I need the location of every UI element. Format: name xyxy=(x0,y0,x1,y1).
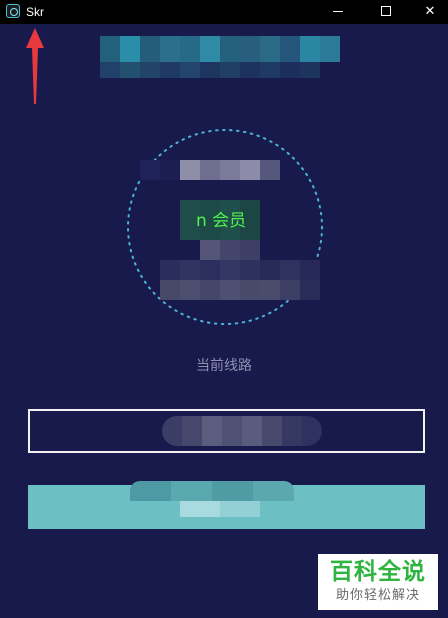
minimize-button[interactable] xyxy=(316,0,360,24)
blurred-user-info xyxy=(140,160,280,180)
watermark-subtitle: 助你轻松解决 xyxy=(335,588,420,603)
blurred-route-name xyxy=(162,416,322,446)
close-icon: ✕ xyxy=(424,4,436,19)
title-bar: Skr ✕ xyxy=(0,0,448,24)
app-logo-icon xyxy=(6,4,20,18)
blurred-account-subheader xyxy=(100,62,320,78)
route-selector[interactable] xyxy=(28,409,425,453)
blurred-expiry-info xyxy=(200,240,260,260)
watermark-logo: 百科全说 助你轻松解决 xyxy=(318,554,438,610)
maximize-button[interactable] xyxy=(364,0,408,24)
membership-status: n 会员 xyxy=(196,211,247,231)
window-title: Skr xyxy=(26,5,44,19)
red-arrow-annotation xyxy=(26,28,44,104)
connect-button[interactable] xyxy=(28,481,425,529)
watermark-title: 百科全说 xyxy=(330,559,426,585)
blurred-button-label xyxy=(130,481,294,501)
blurred-button-sublabel xyxy=(180,501,260,517)
close-button[interactable]: ✕ xyxy=(408,0,448,24)
blurred-account-header xyxy=(100,36,340,62)
blurred-expiry-detail xyxy=(160,260,320,300)
current-route-label: 当前线路 xyxy=(196,358,252,374)
